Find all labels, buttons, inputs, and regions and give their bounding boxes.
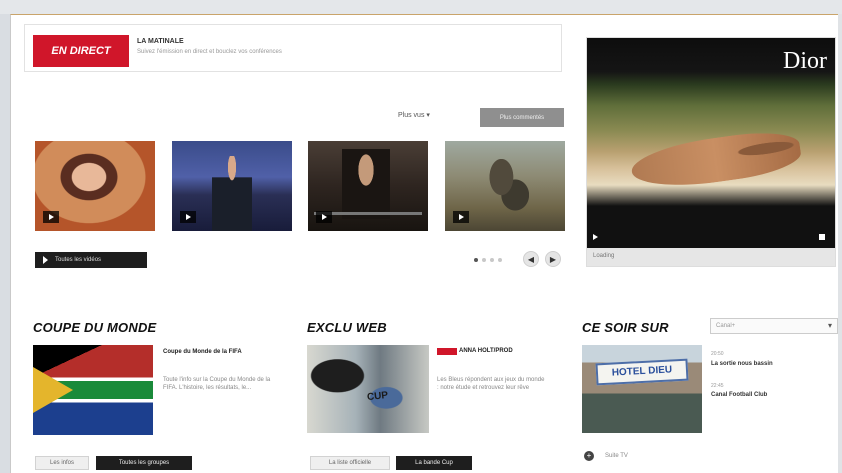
schedule-title[interactable]: La sortie nous bassin <box>711 361 773 367</box>
all-videos-button[interactable]: Toutes les vidéos <box>35 252 147 268</box>
browser-top-strip <box>0 0 842 14</box>
live-banner[interactable]: EN DIRECT LA MATINALE Suivez l'émission … <box>24 24 562 72</box>
official-list-button[interactable]: La liste officielle <box>310 456 390 470</box>
video-thumbnail[interactable] <box>35 141 155 231</box>
thumbnail-image <box>483 159 529 219</box>
sort-most-viewed[interactable]: Plus vus ▾ <box>398 111 430 119</box>
pager-dot[interactable] <box>482 258 486 262</box>
live-badge[interactable]: EN DIRECT <box>33 35 129 67</box>
video-thumbnail[interactable] <box>308 141 428 231</box>
sort-most-commented-button[interactable]: Plus commentés <box>480 108 564 127</box>
live-title[interactable]: LA MATINALE <box>137 38 184 45</box>
page-edge <box>838 14 842 473</box>
schedule-title[interactable]: Canal Football Club <box>711 392 767 398</box>
tv-guide-link[interactable]: Suite TV <box>605 453 628 459</box>
thumbnail-image <box>342 149 390 219</box>
cup-button[interactable]: La bande Cup <box>396 456 472 470</box>
ad-video[interactable]: Dior <box>587 38 835 248</box>
schedule-time: 22:45 <box>711 383 724 389</box>
carousel-prev-button[interactable]: ◀ <box>523 251 539 267</box>
play-icon <box>453 211 469 223</box>
article-title[interactable]: ANNA HOLT/PROD <box>459 347 545 356</box>
section-title-exclu[interactable]: EXCLU WEB <box>307 320 387 335</box>
article-description: Toute l'info sur la Coupe du Monde de la… <box>163 377 271 391</box>
play-icon <box>180 211 196 223</box>
video-thumbnail[interactable] <box>445 141 565 231</box>
hotel-sign: HOTEL DIEU <box>595 358 689 386</box>
ad-image <box>628 126 804 194</box>
play-icon <box>316 211 332 223</box>
south-africa-flag-image[interactable] <box>33 345 153 435</box>
fullscreen-icon[interactable] <box>819 234 825 240</box>
pager-dot[interactable] <box>474 258 478 262</box>
dior-ad[interactable]: Dior Loading <box>586 37 836 267</box>
video-thumbnail[interactable] <box>172 141 292 231</box>
section-title-ce-soir[interactable]: CE SOIR SUR <box>582 320 669 335</box>
graffiti-label: CUP <box>366 389 389 404</box>
ad-brand-logo: Dior <box>783 48 827 74</box>
play-icon[interactable] <box>593 234 598 240</box>
channel-select[interactable]: Canal+ <box>710 318 838 334</box>
graffiti-image[interactable]: CUP <box>307 345 429 433</box>
play-icon <box>43 211 59 223</box>
section-title-coupe[interactable]: COUPE DU MONDE <box>33 320 156 335</box>
program-image[interactable]: HOTEL DIEU <box>582 345 702 433</box>
plus-icon[interactable]: + <box>584 451 594 461</box>
thumbnail-image <box>212 156 252 231</box>
infos-button[interactable]: Les infos <box>35 456 89 470</box>
ad-caption: Loading <box>587 248 835 266</box>
groups-button[interactable]: Toutes les groupes <box>96 456 192 470</box>
exclu-tag <box>437 348 457 355</box>
article-description: Les Bleus répondent aux jeux du monde : … <box>437 377 545 391</box>
schedule-time: 20:50 <box>711 351 724 357</box>
pager-dot[interactable] <box>498 258 502 262</box>
article-title[interactable]: Coupe du Monde de la FIFA <box>163 348 281 357</box>
carousel-pager[interactable] <box>474 258 502 262</box>
pager-dot[interactable] <box>490 258 494 262</box>
live-subtitle: Suivez l'émission en direct et bouclez v… <box>137 49 282 55</box>
carousel-next-button[interactable]: ▶ <box>545 251 561 267</box>
